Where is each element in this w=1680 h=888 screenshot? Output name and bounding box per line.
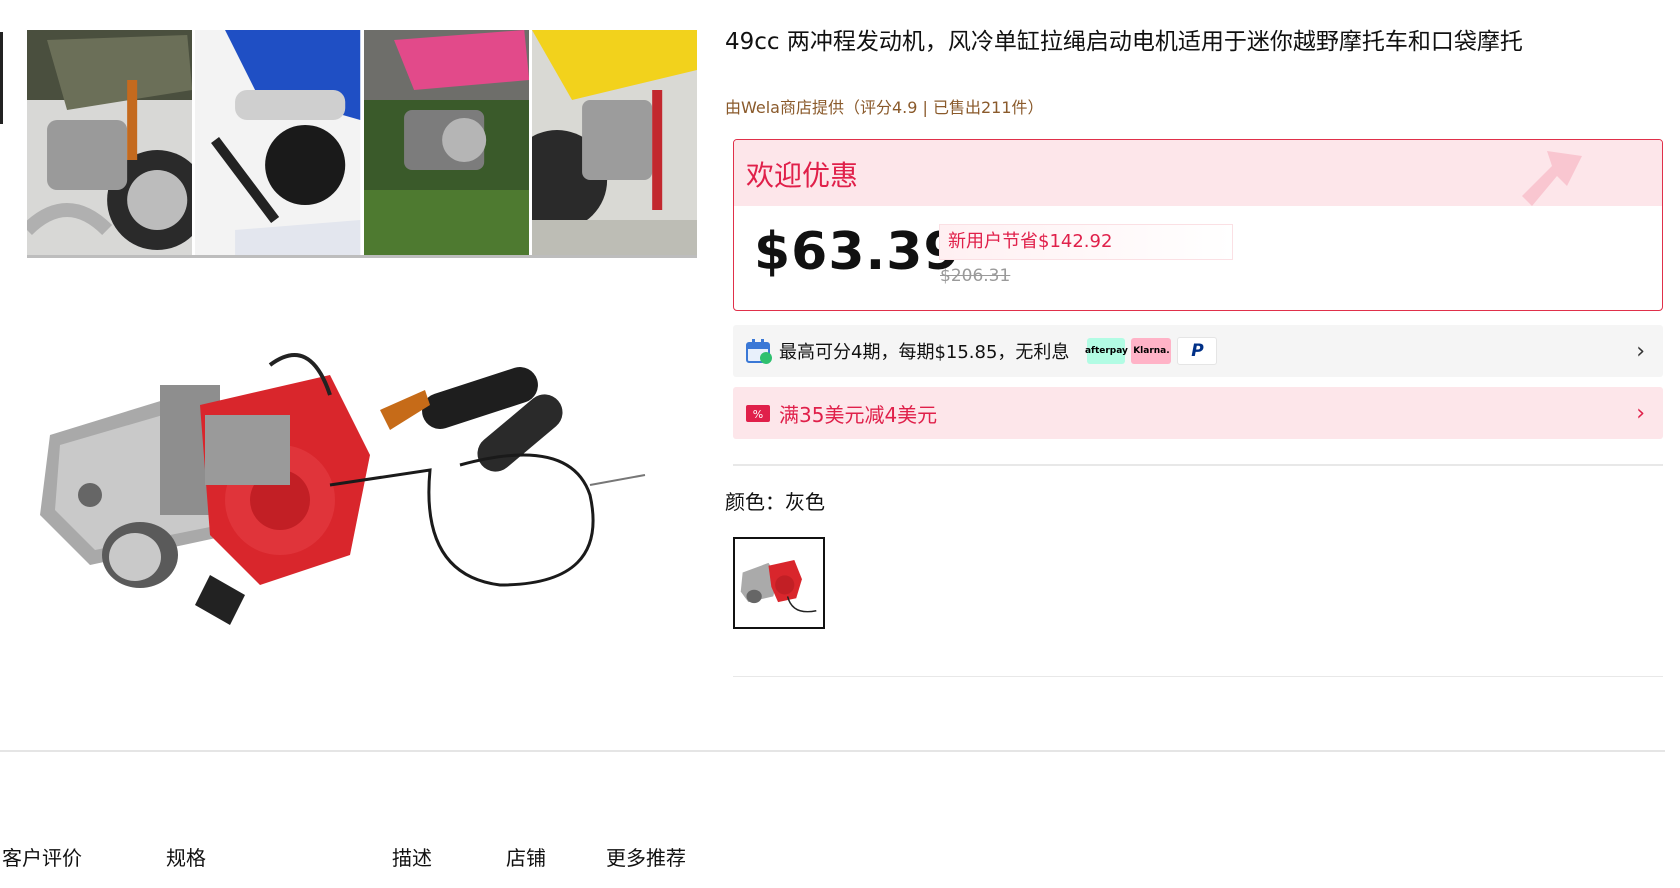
tab-description[interactable]: 描述	[392, 842, 432, 871]
color-label: 颜色：灰色	[725, 490, 825, 514]
product-page: 49cc 两冲程发动机，风冷单缸拉绳启动电机适用于迷你越野摩托车和口袋摩托 由W…	[0, 0, 1680, 888]
product-main-image[interactable]	[30, 335, 695, 655]
svg-text:%: %	[753, 408, 763, 421]
chevron-right-icon: ›	[1636, 339, 1645, 364]
original-price: $206.31	[940, 266, 1011, 286]
divider	[733, 676, 1663, 677]
afterpay-logo-icon: afterpay	[1085, 338, 1128, 364]
chevron-right-icon: ›	[1636, 401, 1645, 426]
tab-recommendations[interactable]: 更多推荐	[606, 842, 686, 871]
sale-price: $63.39	[754, 222, 961, 282]
payment-logos: afterpay Klarna. P	[1085, 337, 1218, 365]
klarna-logo-icon: Klarna.	[1131, 338, 1172, 364]
divider	[733, 464, 1663, 466]
installment-text: 最高可分4期，每期$15.85，无利息	[779, 342, 1070, 363]
section-divider	[0, 750, 1665, 752]
promo-title: 欢迎优惠	[746, 159, 859, 192]
calendar-icon	[746, 339, 772, 364]
store-info-link[interactable]: 由Wela商店提供（评分4.9 | 已售出211件）	[725, 94, 1044, 118]
collage-panel-yellow-bike	[531, 30, 697, 255]
collage-panel-pink-bike	[363, 30, 529, 255]
paypal-logo-icon: P	[1177, 337, 1218, 365]
promo-header: 欢迎优惠	[734, 140, 1662, 206]
detail-tabs: 客户评价 规格 描述 店铺 更多推荐	[0, 842, 1000, 882]
arrow-decoration-icon	[1522, 151, 1582, 206]
coupon-row[interactable]: % 满35美元减4美元 ›	[733, 387, 1663, 439]
tab-reviews[interactable]: 客户评价	[2, 842, 82, 871]
installment-row[interactable]: 最高可分4期，每期$15.85，无利息 afterpay Klarna. P ›	[733, 325, 1663, 377]
product-title: 49cc 两冲程发动机，风冷单缸拉绳启动电机适用于迷你越野摩托车和口袋摩托	[725, 29, 1523, 55]
coupon-icon: %	[746, 405, 770, 422]
tab-specs[interactable]: 规格	[166, 842, 206, 871]
product-collage-image[interactable]	[27, 30, 697, 258]
coupon-text: 满35美元减4美元	[779, 402, 938, 427]
color-swatch-gray[interactable]	[733, 537, 825, 629]
collage-panel-camo-bike	[27, 30, 193, 255]
welcome-offer-box: 欢迎优惠 $63.39 新用户节省$142.92 $206.31	[733, 139, 1663, 311]
collage-panel-blue-bike	[195, 30, 361, 255]
new-user-savings-badge: 新用户节省$142.92	[939, 224, 1234, 260]
tab-store[interactable]: 店铺	[506, 842, 546, 871]
gallery-scroll-indicator	[0, 32, 3, 124]
